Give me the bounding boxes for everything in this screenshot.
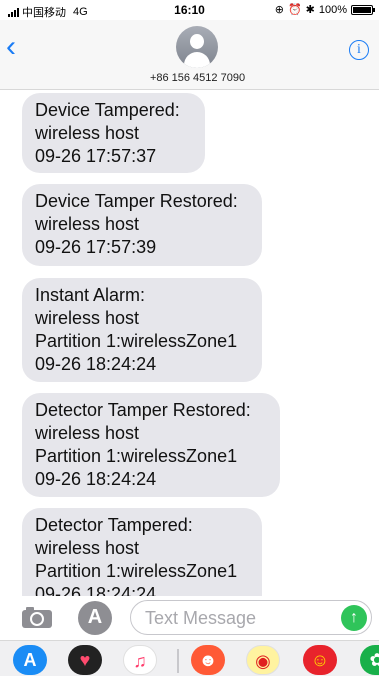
info-icon[interactable]: i	[349, 40, 369, 60]
message-list[interactable]: Device Tampered: wireless host 09-26 17:…	[0, 91, 379, 596]
app-store-icon[interactable]: A	[78, 601, 112, 635]
chevron-left-icon[interactable]: ‹	[6, 32, 16, 62]
digital-touch-icon[interactable]: ♥	[68, 645, 102, 675]
music-icon[interactable]: ♫	[123, 645, 157, 675]
battery-percent: 100%	[318, 3, 347, 16]
camera-lens	[30, 612, 44, 626]
message-bubble[interactable]: Detector Tampered: wireless host Partiti…	[22, 508, 262, 596]
message-bubble[interactable]: Device Tamper Restored: wireless host 09…	[22, 184, 262, 266]
app-store-icon[interactable]: A	[13, 645, 47, 675]
weibo-icon[interactable]: ◉	[246, 645, 280, 675]
gestures-app-icon[interactable]: ☻	[191, 645, 225, 675]
battery-icon	[351, 4, 375, 15]
message-bubble[interactable]: Detector Tamper Restored: wireless host …	[22, 393, 280, 497]
separator	[177, 649, 179, 673]
message-bubble[interactable]: Device Tampered: wireless host 09-26 17:…	[22, 93, 205, 173]
suning-icon[interactable]: ☺	[303, 645, 337, 675]
conversation-header: ‹ +86 156 4512 7090 i	[0, 20, 379, 90]
green-app-icon[interactable]: ✿	[360, 645, 379, 675]
camera-icon[interactable]	[22, 606, 52, 628]
alarm-icon: ⏰	[287, 4, 302, 16]
location-icon: ⊕	[274, 4, 284, 16]
compose-bar: A ↑	[0, 596, 379, 640]
message-bubble[interactable]: Instant Alarm: wireless host Partition 1…	[22, 278, 262, 382]
status-bar: 中国移动 4G 16:10 ⊕ ⏰ ✱ 100%	[0, 0, 379, 20]
contact-avatar[interactable]	[176, 26, 218, 68]
message-field[interactable]: ↑	[130, 600, 372, 635]
bluetooth-icon: ✱	[305, 4, 315, 16]
contact-phone-number[interactable]: +86 156 4512 7090	[0, 72, 379, 84]
avatar-shoulders	[184, 52, 210, 68]
status-right: ⊕ ⏰ ✱ 100%	[274, 3, 375, 16]
send-icon[interactable]: ↑	[341, 605, 367, 631]
app-drawer: A ♥ ♫ ☻ ◉ ☺ ✿	[0, 640, 379, 676]
message-input[interactable]	[145, 606, 325, 630]
avatar-head	[190, 34, 204, 49]
